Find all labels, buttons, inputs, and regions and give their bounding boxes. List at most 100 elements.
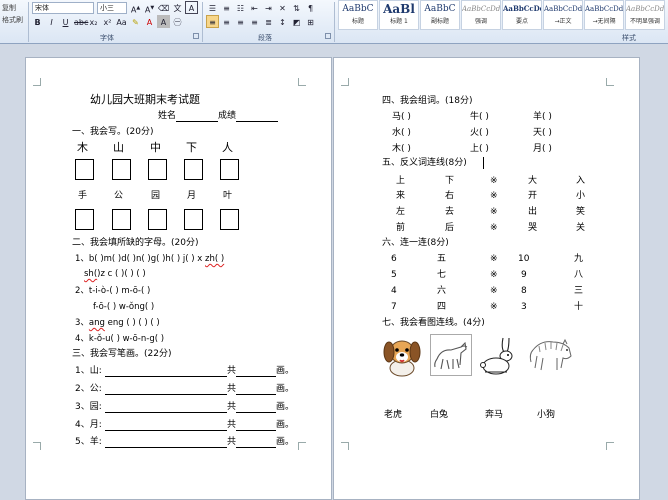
opposite-cell: 上 bbox=[396, 176, 406, 186]
style-tile-no-spacing[interactable]: AaBbCcDd →无间隔 bbox=[584, 0, 624, 30]
writing-box[interactable] bbox=[184, 159, 203, 180]
font-size-select[interactable]: 小三 bbox=[97, 2, 127, 14]
style-tile-subtitle[interactable]: AaBbC 副标题 bbox=[420, 0, 460, 30]
section-4-heading: 四、我会组词。(18分) bbox=[382, 96, 473, 106]
opposite-cell: 右 bbox=[445, 191, 455, 201]
writing-box[interactable] bbox=[220, 159, 239, 180]
writing-box[interactable] bbox=[184, 209, 203, 230]
writing-box[interactable] bbox=[112, 159, 131, 180]
increase-indent-icon[interactable]: ⇥ bbox=[262, 1, 275, 14]
stroke-row-label: 2、公: bbox=[75, 384, 102, 394]
line-spacing-icon[interactable]: ↕ bbox=[276, 15, 289, 28]
align-buttons: ≡ ≡ ≡ ≡ ≣ ↕ ◩ ⊞ bbox=[206, 15, 317, 28]
phonetic-guide-icon[interactable]: 文 bbox=[171, 1, 184, 14]
opposite-cell: 小 bbox=[576, 191, 586, 201]
change-case-icon[interactable]: Aa bbox=[115, 15, 128, 28]
font-group-label: 字体 bbox=[100, 34, 114, 42]
list-buttons: ☰ ≡ ☷ ⇤ ⇥ ✕ ⇅ ¶ bbox=[206, 1, 317, 14]
puppy-picture bbox=[383, 340, 421, 377]
match-cell: 7 bbox=[391, 302, 397, 312]
italic-icon[interactable]: I bbox=[45, 15, 58, 28]
borders-icon[interactable]: ⊞ bbox=[304, 15, 317, 28]
bold-icon[interactable]: B bbox=[31, 15, 44, 28]
superscript-icon[interactable]: x² bbox=[101, 15, 114, 28]
multilevel-list-icon[interactable]: ☷ bbox=[234, 1, 247, 14]
numbering-icon[interactable]: ≡ bbox=[220, 1, 233, 14]
justify-icon[interactable]: ≡ bbox=[248, 15, 261, 28]
opposite-cell: 下 bbox=[445, 176, 455, 186]
char-label: 手 bbox=[78, 191, 88, 201]
char-shading-icon[interactable]: A bbox=[157, 15, 170, 28]
hua-label: 画。 bbox=[276, 366, 295, 376]
page-title: 幼儿园大班期末考试题 bbox=[90, 93, 200, 106]
distributed-icon[interactable]: ≣ bbox=[262, 15, 275, 28]
shading-icon[interactable]: ◩ bbox=[290, 15, 303, 28]
enclose-char-icon[interactable]: ㊀ bbox=[171, 15, 184, 28]
section-1-heading: 一、我会写。(20分) bbox=[72, 127, 154, 137]
align-center-icon[interactable]: ≡ bbox=[220, 15, 233, 28]
stroke-blank bbox=[105, 403, 227, 413]
char-label: 月 bbox=[187, 191, 197, 201]
chinese-layout-icon[interactable]: ✕ bbox=[276, 1, 289, 14]
font-name-select[interactable]: 宋体 bbox=[32, 2, 94, 14]
decrease-indent-icon[interactable]: ⇤ bbox=[248, 1, 261, 14]
opposite-cell: 来 bbox=[396, 191, 406, 201]
shrink-font-icon[interactable]: A▼ bbox=[143, 1, 156, 15]
strikethrough-icon[interactable]: abc bbox=[73, 15, 88, 28]
name-score-line: 姓名 成绩 bbox=[158, 110, 279, 122]
underline-icon[interactable]: U bbox=[59, 15, 72, 28]
style-tile-subtle-emphasis[interactable]: AaBbCcDd 不明显强调 bbox=[625, 0, 665, 30]
word-cell: 水( ) bbox=[392, 128, 411, 138]
clear-format-icon[interactable]: ⌫ bbox=[157, 1, 170, 14]
style-name: 强调 bbox=[474, 18, 487, 25]
writing-box[interactable] bbox=[148, 209, 167, 230]
document-page-left[interactable]: 幼儿园大班期末考试题 姓名 成绩 一、我会写。(20分) 木 山 中 下 人 手 … bbox=[25, 57, 332, 500]
document-page-right[interactable]: 四、我会组词。(18分) 马( ) 牛( ) 羊( ) 水( ) 火( ) 天(… bbox=[333, 57, 640, 500]
match-cell: 五 bbox=[437, 254, 447, 264]
paragraph-dialog-launcher-icon[interactable] bbox=[325, 33, 331, 39]
stroke-row: 3、园: 共 画。 bbox=[75, 401, 294, 413]
match-cell: 5 bbox=[391, 270, 397, 280]
crop-mark bbox=[33, 78, 41, 86]
writing-box[interactable] bbox=[75, 159, 94, 180]
format-painter-button[interactable]: 格式刷 bbox=[2, 15, 23, 25]
crop-mark bbox=[606, 442, 614, 450]
font-dialog-launcher-icon[interactable] bbox=[193, 33, 199, 39]
font-color-icon[interactable]: A bbox=[143, 15, 156, 28]
writing-box[interactable] bbox=[75, 209, 94, 230]
letters-line-6: 4、k-ǒ-u( ) w-ō-n-g( ) bbox=[75, 334, 165, 344]
stroke-blank bbox=[105, 438, 227, 448]
opposite-cell: ※ bbox=[490, 176, 498, 186]
copy-button[interactable]: 复制 bbox=[2, 3, 16, 13]
align-right-icon[interactable]: ≡ bbox=[234, 15, 247, 28]
subscript-icon[interactable]: x₂ bbox=[87, 15, 100, 28]
char-border-icon[interactable]: A bbox=[185, 1, 198, 14]
highlight-icon[interactable]: ✎ bbox=[129, 15, 142, 28]
writing-box[interactable] bbox=[220, 209, 239, 230]
style-tile-normal[interactable]: AaBbCcDd →正文 bbox=[543, 0, 583, 30]
writing-box[interactable] bbox=[112, 209, 131, 230]
opposite-cell: 哭 bbox=[528, 223, 538, 233]
style-tile-title[interactable]: AaBbC 标题 bbox=[338, 0, 378, 30]
writing-box[interactable] bbox=[148, 159, 167, 180]
match-cell: ※ bbox=[490, 302, 498, 312]
char-label: 叶 bbox=[223, 191, 233, 201]
style-tile-emphasis[interactable]: AaBbCcDd 强调 bbox=[461, 0, 501, 30]
hua-label: 画。 bbox=[276, 384, 295, 394]
style-tile-heading1[interactable]: AaBl 标题 1 bbox=[379, 0, 419, 30]
text-cursor bbox=[483, 157, 484, 169]
letters-line-5-num: 3、 bbox=[75, 318, 89, 328]
font-format-buttons: B I U abc x₂ x² Aa ✎ A A ㊀ bbox=[31, 15, 184, 28]
match-cell: 四 bbox=[437, 302, 447, 312]
bullets-icon[interactable]: ☰ bbox=[206, 1, 219, 14]
opposite-cell: 大 bbox=[528, 176, 538, 186]
style-tile-strong[interactable]: AaBbCcDd 要点 bbox=[502, 0, 542, 30]
hua-label: 画。 bbox=[276, 402, 295, 412]
grow-font-icon[interactable]: A▲ bbox=[129, 1, 142, 15]
word-cell: 月( ) bbox=[533, 144, 552, 154]
show-marks-icon[interactable]: ¶ bbox=[304, 1, 317, 14]
style-name: 不明显强调 bbox=[629, 18, 660, 25]
sort-icon[interactable]: ⇅ bbox=[290, 1, 303, 14]
align-left-icon[interactable]: ≡ bbox=[206, 15, 219, 28]
match-cell: ※ bbox=[490, 286, 498, 296]
